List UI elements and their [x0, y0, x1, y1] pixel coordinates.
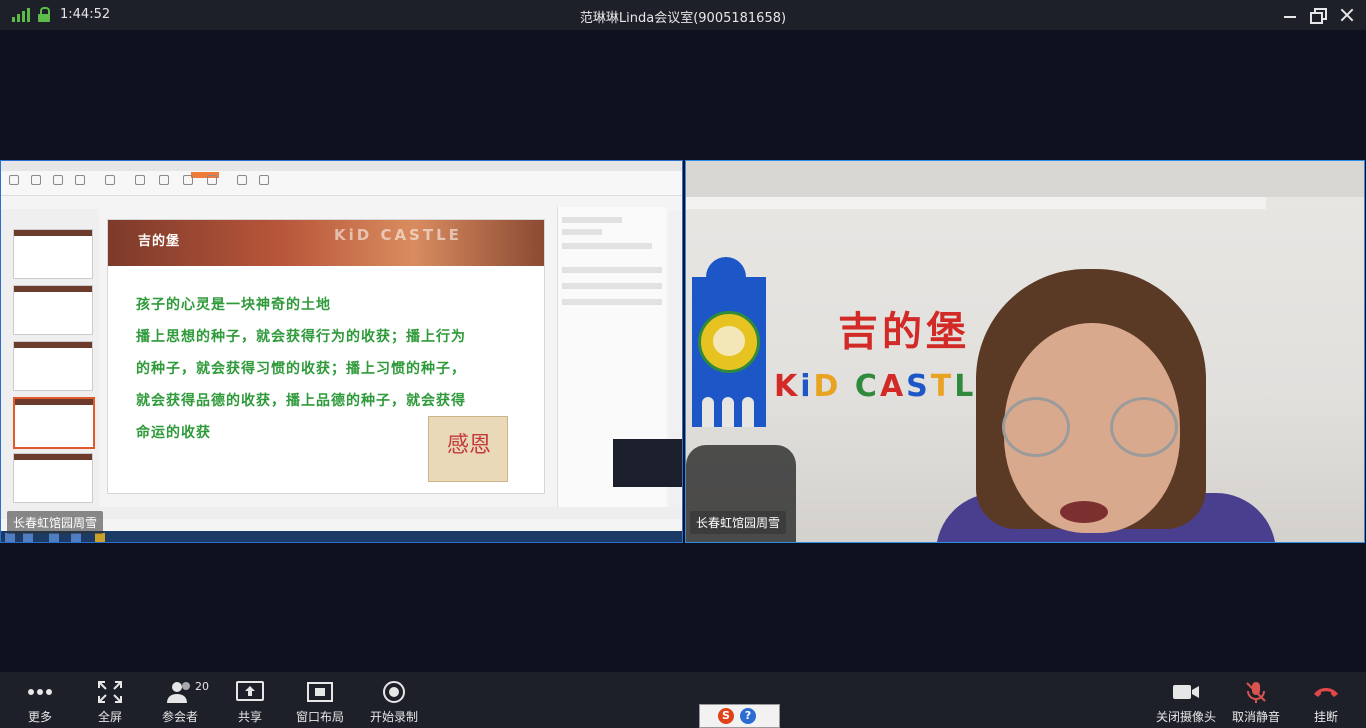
slide-thumbnail[interactable] — [13, 341, 93, 391]
slide-text-line: 就会获得品德的收获，播上品德的种子，就会获得 — [136, 393, 466, 409]
hangup-icon — [1314, 688, 1338, 697]
video-tile-screen-share[interactable]: 吉的堡 KiD CASTLE 孩子的心灵是一块神奇的土地 播上思想的种子，就会获… — [0, 160, 683, 543]
wall-sign-letter: i — [800, 369, 814, 404]
microphone-muted-icon — [1246, 682, 1266, 703]
help-icon[interactable]: ? — [740, 708, 756, 724]
hangup-button[interactable]: 挂断 — [1296, 672, 1356, 728]
ime-toolbar[interactable]: S ? — [699, 704, 780, 728]
participant-name-tag: 长春虹馆园周雪 — [690, 511, 787, 534]
person-mouth — [1060, 501, 1108, 523]
title-bar: 1:44:52 范琳琳Linda会议室(9005181658) — [0, 0, 1366, 30]
restore-button[interactable] — [1307, 5, 1329, 25]
fullscreen-button[interactable]: 全屏 — [80, 672, 140, 728]
layout-button[interactable]: 窗口布局 — [289, 672, 351, 728]
layout-icon — [307, 682, 333, 702]
fullscreen-icon — [98, 681, 122, 703]
slide-thumbnail[interactable] — [13, 229, 93, 279]
ppt-popup — [613, 439, 682, 487]
slide-brand: KiD CASTLE — [334, 226, 462, 244]
participants-count: 20 — [195, 680, 209, 693]
slide-logo: 吉的堡 — [138, 234, 181, 249]
ppt-tab-strip — [1, 161, 682, 171]
slide-thumbnail-selected[interactable] — [13, 397, 95, 449]
wall-sign-letter: C — [854, 369, 880, 404]
participants-icon — [167, 682, 190, 703]
slide-banner: 吉的堡 KiD CASTLE — [108, 220, 544, 266]
background-shelf — [686, 161, 1364, 197]
slide-thumbnail[interactable] — [13, 285, 93, 335]
share-button[interactable]: 共享 — [220, 672, 280, 728]
current-slide: 吉的堡 KiD CASTLE 孩子的心灵是一块神奇的土地 播上思想的种子，就会获… — [107, 219, 545, 494]
record-icon — [383, 681, 405, 703]
wall-sign-english: KiD CASTL — [774, 369, 976, 404]
window-title: 范琳琳Linda会议室(9005181658) — [579, 11, 787, 26]
more-icon — [28, 689, 52, 695]
wall-sign-letter: S — [906, 369, 931, 404]
wall-sign-letter: D — [813, 369, 842, 404]
mascot-logo — [698, 311, 760, 373]
shared-taskbar — [1, 531, 682, 542]
close-button[interactable] — [1336, 5, 1358, 25]
ppt-status-bar — [1, 507, 682, 519]
record-button[interactable]: 开始录制 — [363, 672, 425, 728]
wall-sign-letter — [841, 369, 854, 404]
sogou-ime-icon[interactable]: S — [718, 708, 734, 724]
more-button[interactable]: 更多 — [10, 672, 70, 728]
meeting-toolbar: 更多 全屏 20 参会者 共享 窗口布局 开始录制 关闭摄像头 取消静音 挂断 — [0, 672, 1366, 728]
share-icon — [236, 681, 264, 701]
participant-name-tag: 长春虹馆园周雪 — [7, 511, 104, 534]
slide-stamp-image: 感恩 — [428, 416, 508, 482]
wall-sign-letter: L — [954, 369, 977, 404]
wall-sign-letter: A — [879, 369, 907, 404]
glasses — [1002, 397, 1070, 457]
slide-thumbnail[interactable] — [13, 453, 93, 503]
glasses — [1110, 397, 1178, 457]
slide-text-line: 的种子，就会获得习惯的收获；播上习惯的种子， — [136, 361, 466, 377]
ppt-ribbon — [1, 171, 682, 196]
slide-text-line: 孩子的心灵是一块神奇的土地 — [136, 297, 331, 313]
unmute-button[interactable]: 取消静音 — [1226, 672, 1286, 728]
participants-button[interactable]: 20 参会者 — [150, 672, 210, 728]
slide-text-line: 播上思想的种子，就会获得行为的收获；播上行为 — [136, 329, 466, 345]
video-tile-camera[interactable]: 吉的堡 KiD CASTL 长春虹馆园周雪 — [685, 160, 1365, 543]
camera-off-button[interactable]: 关闭摄像头 — [1152, 672, 1220, 728]
wall-sign-letter: K — [774, 369, 801, 404]
slide-thumbnails — [1, 209, 99, 509]
video-camera-icon — [1173, 685, 1199, 699]
wall-sign-letter: T — [930, 369, 955, 404]
slide-text-line: 命运的收获 — [136, 425, 211, 441]
minimize-button[interactable] — [1279, 5, 1301, 25]
wall-sign-chinese: 吉的堡 — [838, 308, 970, 355]
